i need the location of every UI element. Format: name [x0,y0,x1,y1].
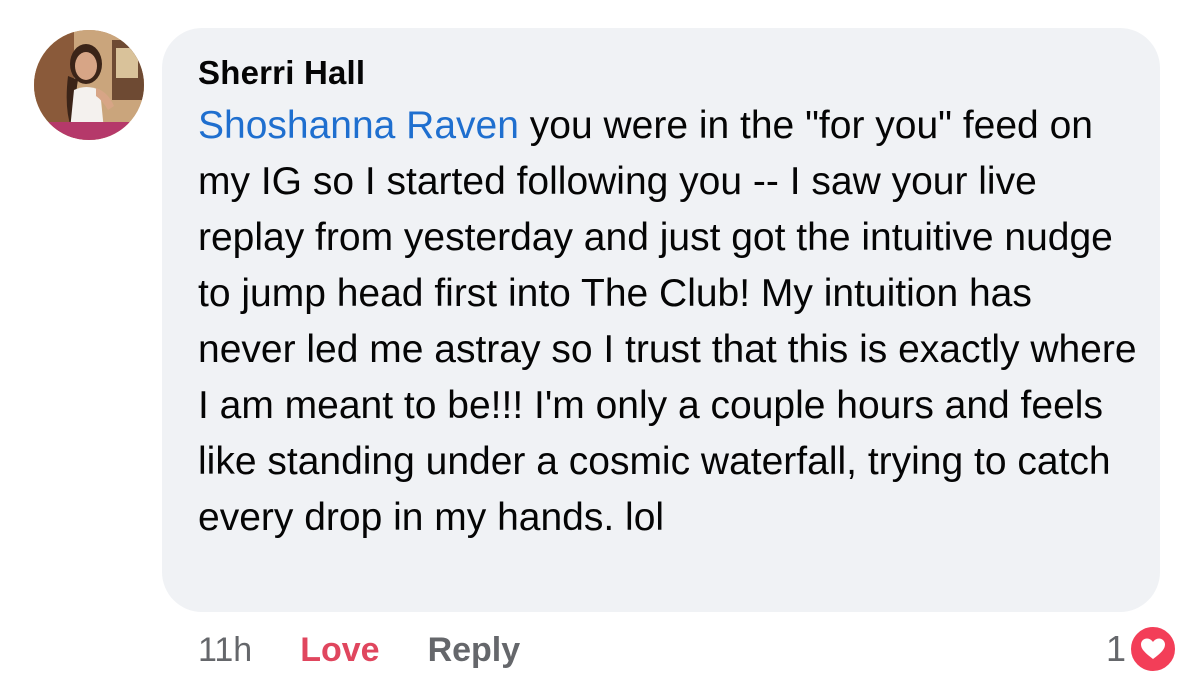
comment-body: you were in the "for you" feed on my IG … [198,104,1137,539]
avatar[interactable] [34,30,144,140]
reactions-summary[interactable]: 1 [1106,624,1178,674]
love-button[interactable]: Love [300,631,379,670]
mention-link[interactable]: Shoshanna Raven [198,104,519,147]
comment: Sherri Hall Shoshanna Raven you were in … [0,0,1200,695]
comment-actions: 11h Love Reply [198,628,520,672]
comment-bubble: Sherri Hall Shoshanna Raven you were in … [162,28,1160,612]
author-name[interactable]: Sherri Hall [198,54,365,92]
comment-text: Shoshanna Raven you were in the "for you… [198,98,1138,546]
reply-button[interactable]: Reply [428,631,521,670]
reaction-count: 1 [1105,628,1126,669]
heart-icon [1128,624,1178,674]
timestamp[interactable]: 11h [198,631,252,670]
